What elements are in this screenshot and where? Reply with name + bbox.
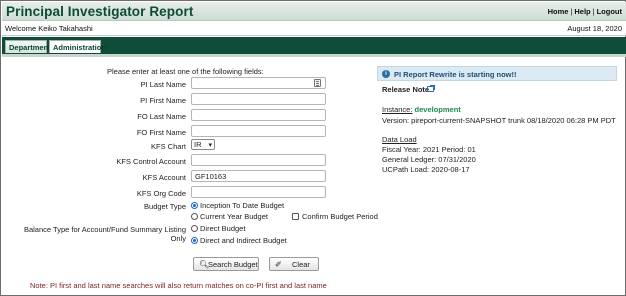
pi-first-name-input[interactable] (191, 93, 326, 105)
kfs-chart-select[interactable]: IR ▾ (191, 139, 215, 150)
kfs-control-account-input[interactable] (191, 154, 326, 166)
clear-button[interactable]: ✐ Clear (269, 257, 319, 271)
help-link[interactable]: Help (574, 7, 590, 16)
inception-to-date-label: Inception To Date Budget (200, 201, 285, 210)
version-text: Version: pireport-current-SNAPSHOT trunk… (382, 116, 616, 125)
current-date: August 18, 2020 (567, 24, 622, 33)
link-separator: | (592, 7, 595, 16)
app-header: Principal Investigator Report Home | Help |… (2, 2, 626, 21)
kfs-chart-label: KFS Chart (150, 142, 186, 151)
tab-bar: Department Administration (2, 37, 626, 54)
fo-first-name-input[interactable] (191, 125, 326, 137)
pi-first-name-label: PI First Name (140, 96, 186, 105)
fo-last-name-label: FO Last Name (137, 112, 186, 121)
kfs-account-label: KFS Account (142, 173, 186, 182)
kfs-chart-value: IR (194, 140, 202, 149)
confirm-budget-period-checkbox[interactable] (292, 213, 299, 220)
pi-last-name-input[interactable] (191, 77, 326, 89)
top-links: Home | Help | Logout (548, 7, 622, 16)
general-ledger-text: General Ledger: 07/31/2020 (382, 155, 476, 164)
app-window: Principal Investigator Report Home | Help |… (0, 0, 626, 296)
instance-row: Instance: development (382, 105, 461, 114)
kfs-org-code-label: KFS Org Code (136, 189, 186, 198)
pi-last-name-label: PI Last Name (140, 80, 186, 89)
current-year-label: Current Year Budget (200, 212, 268, 221)
logout-link[interactable]: Logout (597, 7, 622, 16)
welcome-bar: Welcome Keiko Takahashi August 18, 2020 (2, 21, 626, 36)
data-load-heading: Data Load (382, 135, 417, 144)
ucpath-load-text: UCPath Load: 2020-08-17 (382, 165, 470, 174)
announcement-banner: i PI Report Rewrite is starting now!! (377, 66, 617, 81)
clear-label: Clear (292, 260, 310, 269)
instance-label: Instance: (382, 105, 413, 114)
form-instructions: Please enter at least one of the followi… (107, 67, 264, 76)
tab-underline (2, 54, 626, 57)
fo-first-name-label: FO First Name (136, 128, 186, 137)
current-year-radio[interactable] (191, 213, 198, 220)
direct-indirect-budget-label: Direct and Indirect Budget (200, 236, 287, 245)
contact-lookup-icon[interactable] (314, 79, 321, 87)
balance-type-label: Balance Type for Account/Fund Summary Li… (23, 225, 186, 243)
tab-department[interactable]: Department (5, 40, 51, 53)
instance-value: development (414, 105, 461, 114)
external-link-icon[interactable] (427, 85, 435, 92)
kfs-account-input[interactable]: GF10163 (191, 170, 326, 182)
search-budget-button[interactable]: 🔍︎ Search Budget (193, 257, 259, 271)
eraser-icon: ✐ (275, 260, 282, 269)
budget-type-label: Budget Type (144, 202, 186, 211)
announcement-text: PI Report Rewrite is starting now!! (394, 70, 517, 79)
home-link[interactable]: Home (548, 7, 569, 16)
tab-administration[interactable]: Administration (49, 40, 106, 53)
chevron-down-icon: ▾ (208, 142, 212, 149)
link-separator: | (570, 7, 573, 16)
release-note-link[interactable]: Release Note (382, 85, 429, 94)
app-title: Principal Investigator Report (6, 4, 194, 19)
search-budget-label: Search Budget (208, 260, 258, 269)
inception-to-date-radio[interactable] (191, 202, 198, 209)
fiscal-year-text: Fiscal Year: 2021 Period: 01 (382, 145, 476, 154)
fo-last-name-input[interactable] (191, 109, 326, 121)
kfs-org-code-input[interactable] (191, 186, 326, 198)
search-note: Note: PI first and last name searches wi… (30, 281, 327, 290)
welcome-text: Welcome Keiko Takahashi (5, 24, 93, 33)
kfs-control-account-label: KFS Control Account (116, 157, 186, 166)
direct-budget-radio[interactable] (191, 225, 198, 232)
confirm-budget-period-label: Confirm Budget Period (302, 212, 378, 221)
direct-budget-label: Direct Budget (200, 224, 246, 233)
direct-indirect-budget-radio[interactable] (191, 237, 198, 244)
info-icon: i (382, 70, 390, 78)
